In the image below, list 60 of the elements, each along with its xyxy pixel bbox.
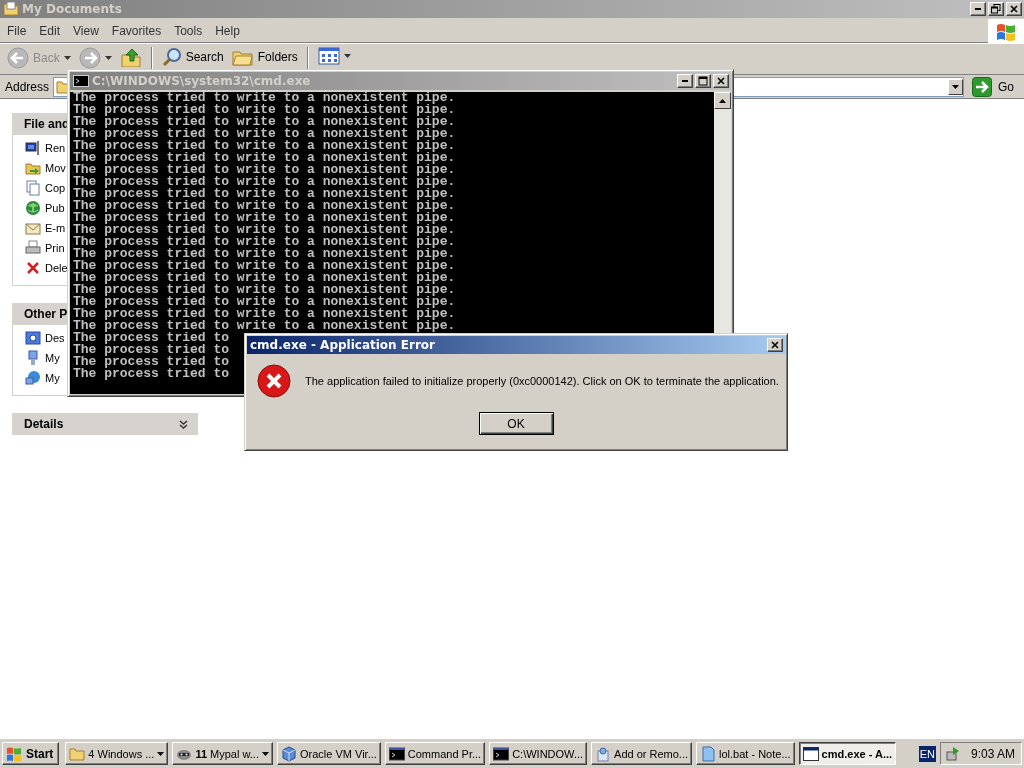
console-line: The process tried to write to a nonexistent pipe. xyxy=(73,128,456,140)
task-link[interactable]: My xyxy=(25,350,60,366)
section-header[interactable]: Details xyxy=(24,417,64,431)
task-link[interactable]: Mov xyxy=(25,160,66,176)
console-line: The process tried to write to a nonexistent pipe. xyxy=(73,320,456,332)
taskbar-button[interactable]: Command Pr... xyxy=(384,742,486,765)
console-line: The process tried to write to a nonexistent pipe. xyxy=(73,152,456,164)
menu-item[interactable]: View xyxy=(66,23,105,38)
taskbar-button[interactable]: lol.bat - Note... xyxy=(696,742,795,765)
go-button[interactable]: Go xyxy=(968,76,1020,97)
console-line: The process tried to write to a nonexistent pipe. xyxy=(73,104,456,116)
task-link[interactable]: Cop xyxy=(25,180,66,196)
language-indicator[interactable]: EN xyxy=(918,745,936,762)
console-line: The process tried to write to a nonexistent pipe. xyxy=(73,140,456,152)
taskbar-button[interactable]: 11 Mypal w... xyxy=(172,742,273,765)
menu-item[interactable]: Help xyxy=(208,23,246,38)
taskbar-button[interactable]: cmd.exe - A... xyxy=(798,742,897,765)
taskbar-button[interactable]: C:\WINDOW... xyxy=(489,742,588,765)
start-button[interactable]: Start xyxy=(2,742,60,765)
console-line: The process tried to xyxy=(73,356,230,368)
taskbar-button[interactable]: Add or Remo... xyxy=(591,742,693,765)
folders-button[interactable]: Folders xyxy=(228,47,301,67)
task-link[interactable]: Ren xyxy=(25,140,66,156)
console-line: The process tried to write to a nonexistent pipe. xyxy=(73,212,456,224)
console-line: The process tried to write to a nonexistent pipe. xyxy=(73,188,456,200)
console-line: The process tried to write to a nonexistent pipe. xyxy=(73,296,456,308)
menu-item[interactable]: Tools xyxy=(167,23,209,38)
console-line: The process tried to write to a nonexistent pipe. xyxy=(73,272,456,284)
error-message: The application failed to initialize properly (0xc0000142). Click on OK to terminate the application. xyxy=(305,375,779,387)
taskbar-button[interactable]: 4 Windows ... xyxy=(65,742,169,765)
window-title: cmd.exe - Application Error xyxy=(250,338,437,352)
console-line: The process tried to write to a nonexistent pipe. xyxy=(73,308,456,320)
task-link[interactable]: Prin xyxy=(25,240,65,256)
console-line: The process tried to xyxy=(73,368,230,380)
task-link[interactable]: Des xyxy=(25,330,65,346)
address-label: Address xyxy=(5,79,50,94)
menu-item[interactable]: Favorites xyxy=(104,23,168,38)
taskbar-button[interactable]: Oracle VM Vir... xyxy=(277,742,381,765)
console-line: The process tried to xyxy=(73,332,230,344)
clock: 9:03 AM xyxy=(970,746,1015,761)
task-link[interactable]: Pub xyxy=(25,200,65,216)
console-line: The process tried to write to a nonexistent pipe. xyxy=(73,116,456,128)
console-line: The process tried to write to a nonexistent pipe. xyxy=(73,284,456,296)
console-line: The process tried to write to a nonexistent pipe. xyxy=(73,236,456,248)
console-line: The process tried to write to a nonexistent pipe. xyxy=(73,260,456,272)
console-line: The process tried to write to a nonexistent pipe. xyxy=(73,248,456,260)
search-button[interactable]: Search xyxy=(158,47,227,67)
window-title: My Documents xyxy=(22,2,123,16)
console-line: The process tried to write to a nonexistent pipe. xyxy=(73,176,456,188)
task-link[interactable]: My xyxy=(25,370,60,386)
ok-button[interactable]: OK xyxy=(478,412,554,435)
task-link[interactable]: Dele xyxy=(25,260,68,276)
section-header[interactable]: Other P xyxy=(24,307,68,321)
console-line: The process tried to write to a nonexistent pipe. xyxy=(73,224,456,236)
task-link[interactable]: E-m xyxy=(25,220,66,236)
console-line: The process tried to write to a nonexistent pipe. xyxy=(73,200,456,212)
menu-item[interactable]: Edit xyxy=(32,23,67,38)
console-line: The process tried to xyxy=(73,344,230,356)
menu-item[interactable]: File xyxy=(0,23,33,38)
console-line: The process tried to write to a nonexistent pipe. xyxy=(73,164,456,176)
